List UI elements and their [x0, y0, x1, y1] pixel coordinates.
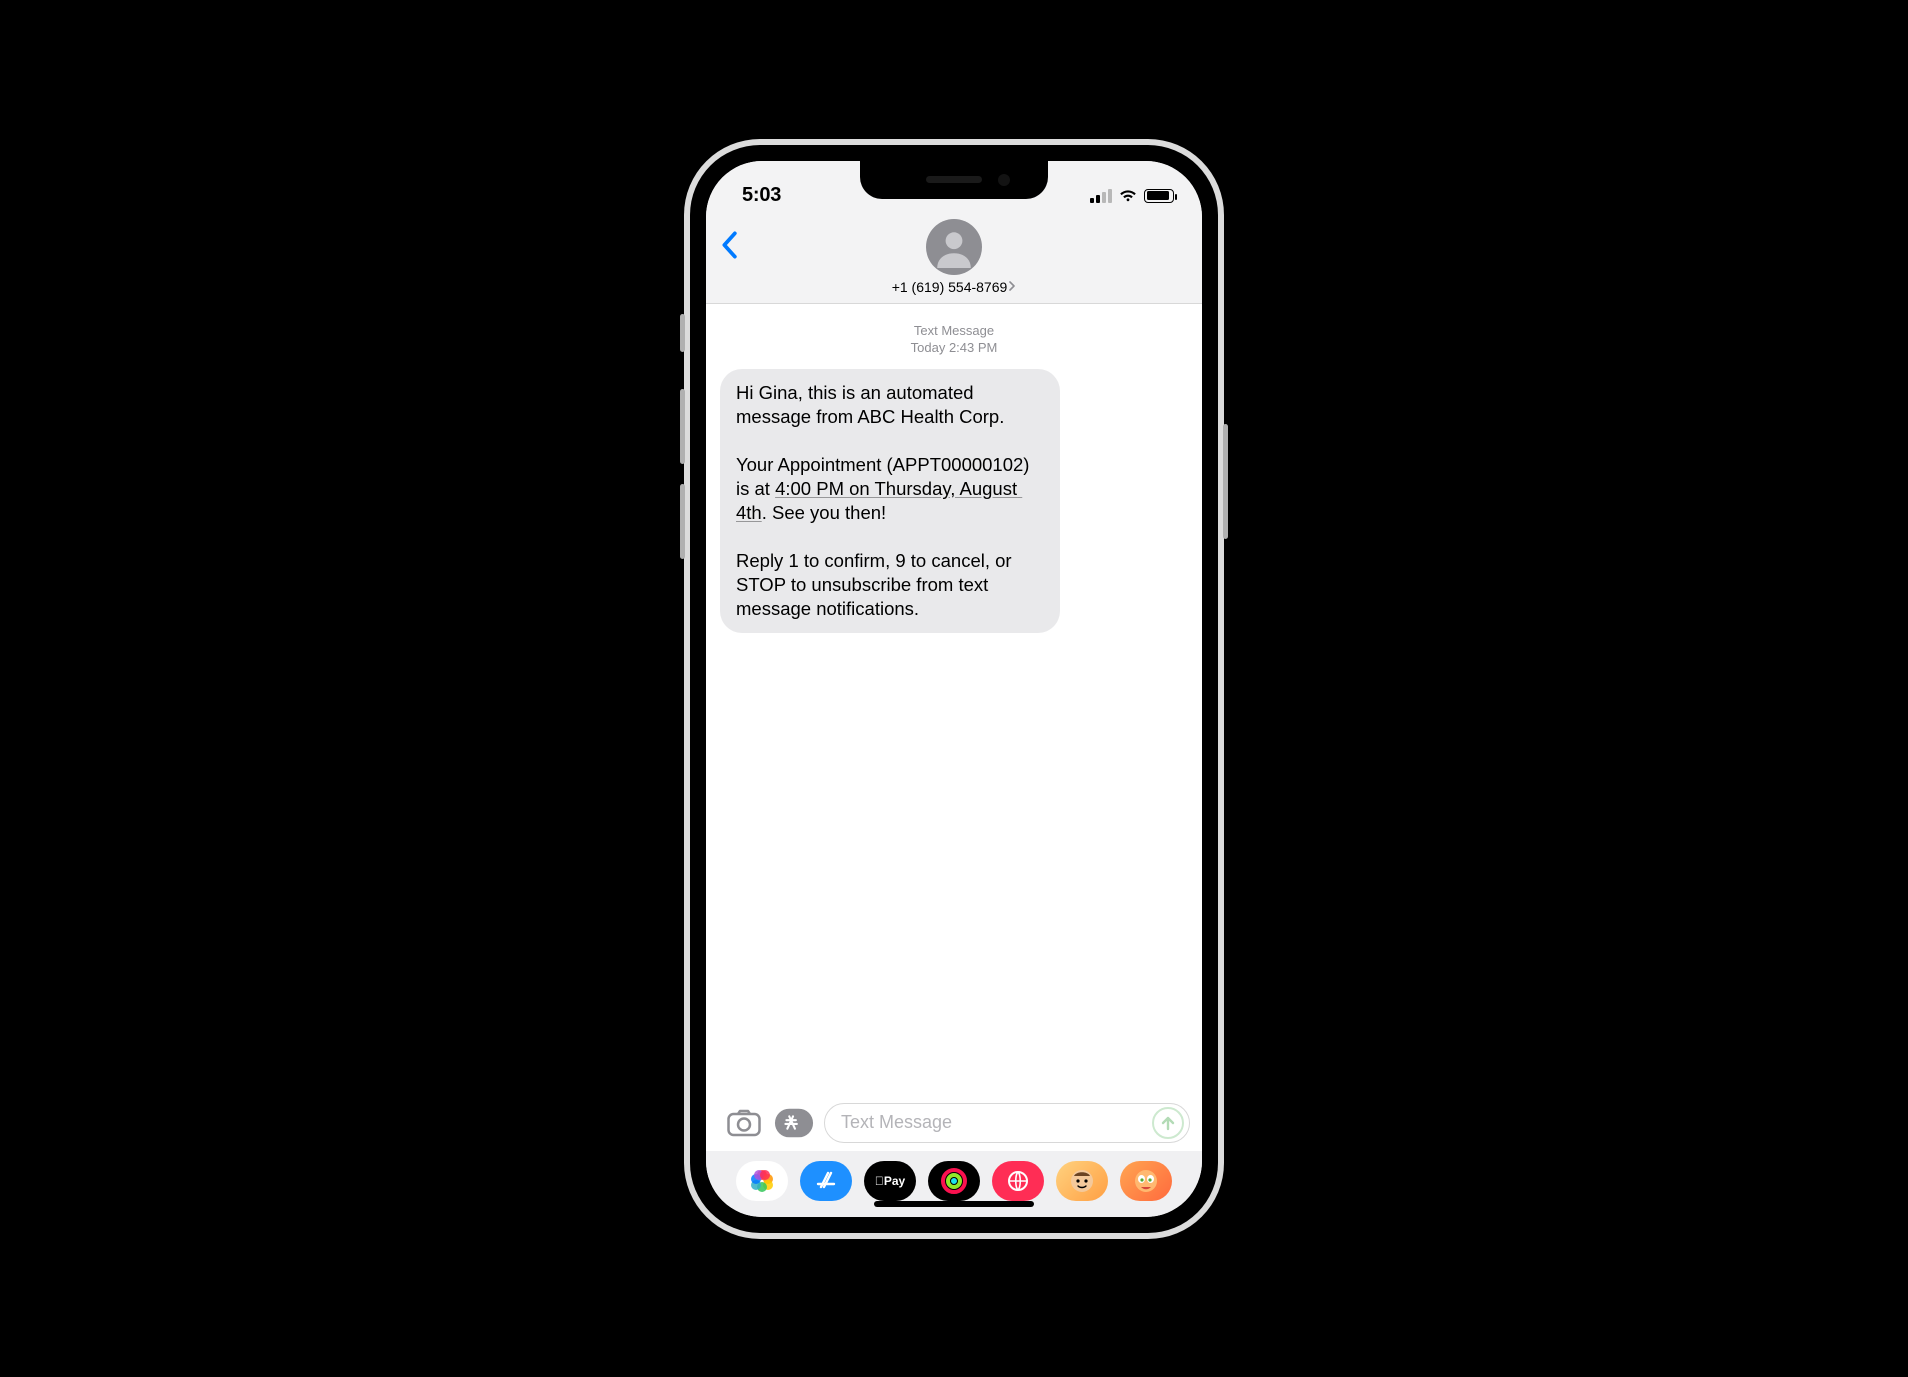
memoji-face-icon: [1067, 1166, 1097, 1196]
globe-icon: [1006, 1169, 1030, 1193]
message-segment: Reply 1 to confirm, 9 to cancel, or STOP…: [736, 549, 1044, 621]
power-button[interactable]: [1223, 424, 1228, 539]
camera-button[interactable]: [724, 1105, 764, 1141]
battery-icon: [1144, 189, 1174, 203]
messages-scroll-area[interactable]: Text Message Today 2:43 PM Hi Gina, this…: [706, 304, 1202, 1093]
message-segment: Your Appointment (APPT00000102) is at 4:…: [736, 453, 1044, 525]
imessage-app-strip[interactable]: Pay: [706, 1151, 1202, 1217]
compose-placeholder: Text Message: [841, 1112, 952, 1133]
mute-switch[interactable]: [680, 314, 685, 352]
volume-down-button[interactable]: [680, 484, 685, 559]
compose-input[interactable]: Text Message: [824, 1103, 1190, 1143]
thread-meta-label: Text Message Today 2:43 PM: [718, 322, 1190, 357]
volume-up-button[interactable]: [680, 389, 685, 464]
appstore-icon: [814, 1169, 838, 1193]
received-message-bubble[interactable]: Hi Gina, this is an automated message fr…: [720, 369, 1060, 633]
app-activity[interactable]: [928, 1161, 980, 1201]
cellular-signal-icon: [1090, 189, 1112, 203]
phone-frame: 5:03 +1 (: [684, 139, 1224, 1239]
app-apple-pay[interactable]: Pay: [864, 1161, 916, 1201]
animoji-face-icon: [1131, 1166, 1161, 1196]
app-drawer-button[interactable]: [774, 1105, 814, 1141]
app-appstore[interactable]: [800, 1161, 852, 1201]
notch: [860, 161, 1048, 199]
activity-rings-icon: [941, 1168, 967, 1194]
meta-channel: Text Message: [718, 322, 1190, 340]
app-photos[interactable]: [736, 1161, 788, 1201]
status-time: 5:03: [742, 184, 781, 207]
chevron-right-icon: [1009, 280, 1016, 293]
contact-name-button[interactable]: +1 (619) 554-8769: [892, 279, 1017, 295]
home-indicator[interactable]: [874, 1201, 1034, 1207]
message-segment: Hi Gina, this is an automated message fr…: [736, 381, 1044, 429]
app-memoji[interactable]: [1056, 1161, 1108, 1201]
apple-pay-label: Pay: [875, 1174, 905, 1188]
conversation-header: +1 (619) 554-8769: [706, 217, 1202, 304]
back-button[interactable]: [720, 231, 738, 264]
contact-avatar[interactable]: [926, 219, 982, 275]
send-button[interactable]: [1152, 1107, 1184, 1139]
wifi-icon: [1119, 189, 1137, 203]
compose-bar: Text Message: [706, 1093, 1202, 1151]
app-animoji[interactable]: [1120, 1161, 1172, 1201]
app-digital-touch[interactable]: [992, 1161, 1044, 1201]
contact-number: +1 (619) 554-8769: [892, 279, 1008, 295]
photos-icon: [751, 1170, 773, 1192]
